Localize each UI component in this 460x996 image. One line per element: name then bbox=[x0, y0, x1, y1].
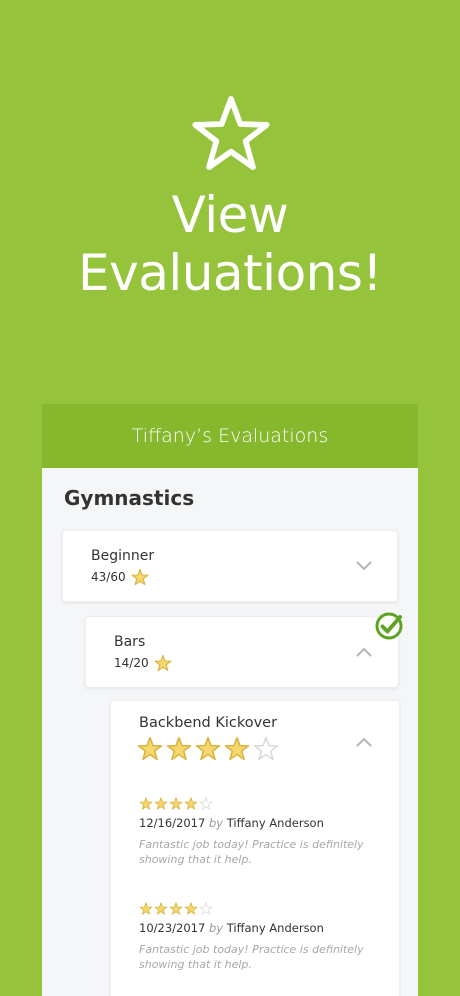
hero-title-line1: View bbox=[171, 186, 289, 244]
event-score: 14/20 bbox=[114, 656, 149, 670]
app-header: Tiffany’s Evaluations bbox=[42, 404, 418, 468]
event-score-row: 14/20 bbox=[114, 654, 172, 672]
evaluation-rating bbox=[139, 797, 389, 810]
star-icon bbox=[131, 568, 149, 586]
hero-title: View Evaluations! bbox=[0, 186, 460, 302]
evaluation-meta: 10/23/2017 by Tiffany Anderson bbox=[139, 921, 389, 935]
evaluation-item: 10/23/2017 by Tiffany Anderson Fantastic… bbox=[139, 902, 389, 972]
evaluation-comment: Fantastic job today! Practice is definit… bbox=[139, 943, 364, 971]
star-filled-icon bbox=[166, 736, 192, 761]
star-filled-icon bbox=[184, 797, 198, 810]
chevron-down-icon[interactable] bbox=[356, 561, 372, 571]
chevron-up-icon[interactable] bbox=[356, 737, 372, 747]
star-filled-icon bbox=[169, 797, 183, 810]
star-filled-icon bbox=[195, 736, 221, 761]
star-filled-icon bbox=[154, 902, 168, 915]
evaluation-comment: Fantastic job today! Practice is definit… bbox=[139, 838, 364, 866]
star-filled-icon bbox=[139, 797, 153, 810]
star-empty-icon bbox=[253, 736, 279, 761]
evaluation-date: 10/23/2017 bbox=[139, 921, 206, 935]
app-screen: Tiffany’s Evaluations Gymnastics Beginne… bbox=[42, 404, 418, 996]
star-icon bbox=[154, 654, 172, 672]
star-outline-icon bbox=[192, 96, 270, 170]
star-filled-icon bbox=[137, 736, 163, 761]
event-name: Bars bbox=[114, 634, 146, 650]
star-filled-icon bbox=[139, 902, 153, 915]
star-filled-icon bbox=[224, 736, 250, 761]
hero-title-line2: Evaluations! bbox=[78, 244, 382, 302]
chevron-up-icon[interactable] bbox=[356, 647, 372, 657]
star-filled-icon bbox=[169, 902, 183, 915]
star-filled-icon bbox=[184, 902, 198, 915]
evaluation-by-label: by bbox=[208, 921, 224, 935]
app-header-title: Tiffany’s Evaluations bbox=[131, 425, 329, 447]
level-name: Beginner bbox=[91, 548, 155, 564]
level-score: 43/60 bbox=[91, 570, 126, 584]
skill-rating bbox=[137, 736, 279, 761]
check-circle-icon bbox=[375, 612, 403, 640]
skill-card[interactable]: Backbend Kickover 12/16/2017 by Tiffany … bbox=[110, 700, 400, 996]
evaluation-by-label: by bbox=[208, 816, 224, 830]
star-empty-icon bbox=[199, 902, 213, 915]
evaluation-item: 12/16/2017 by Tiffany Anderson Fantastic… bbox=[139, 797, 389, 867]
evaluation-rating bbox=[139, 902, 389, 915]
section-title: Gymnastics bbox=[64, 486, 195, 510]
star-empty-icon bbox=[199, 797, 213, 810]
evaluation-evaluator: Tiffany Anderson bbox=[226, 816, 324, 830]
evaluation-date: 12/16/2017 bbox=[139, 816, 206, 830]
event-card[interactable]: Bars 14/20 bbox=[85, 616, 399, 688]
evaluation-meta: 12/16/2017 by Tiffany Anderson bbox=[139, 816, 389, 830]
level-score-row: 43/60 bbox=[91, 568, 149, 586]
level-card[interactable]: Beginner 43/60 bbox=[62, 530, 398, 602]
evaluation-evaluator: Tiffany Anderson bbox=[226, 921, 324, 935]
star-filled-icon bbox=[154, 797, 168, 810]
skill-name: Backbend Kickover bbox=[139, 715, 278, 731]
